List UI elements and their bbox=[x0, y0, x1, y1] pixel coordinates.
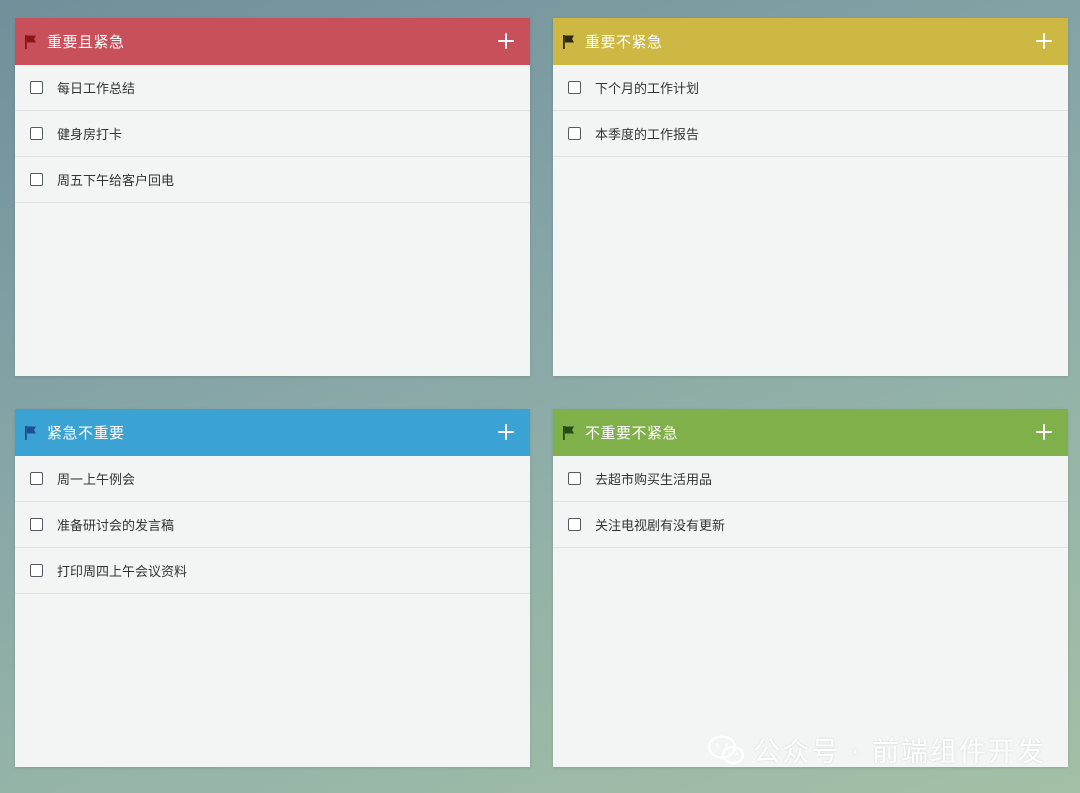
task-label: 去超市购买生活用品 bbox=[595, 473, 713, 488]
list-item: 本季度的工作报告 bbox=[553, 111, 1068, 157]
list-item: 去超市购买生活用品 bbox=[553, 456, 1068, 502]
quadrant-urgent-not-important: 紧急不重要 周一上午例会 准备研讨会的发言稿 打印周四上午会议资料 bbox=[15, 409, 530, 767]
list-item: 健身房打卡 bbox=[15, 111, 530, 157]
list-item: 周五下午给客户回电 bbox=[15, 157, 530, 203]
task-label: 准备研讨会的发言稿 bbox=[57, 519, 175, 534]
quadrant-header: 紧急不重要 bbox=[15, 409, 530, 456]
plus-icon[interactable] bbox=[1034, 422, 1054, 442]
list-item: 每日工作总结 bbox=[15, 65, 530, 111]
task-checkbox[interactable] bbox=[30, 127, 43, 140]
task-checkbox[interactable] bbox=[30, 173, 43, 186]
quadrant-title: 紧急不重要 bbox=[47, 424, 125, 442]
task-checkbox[interactable] bbox=[568, 127, 581, 140]
plus-icon[interactable] bbox=[1034, 31, 1054, 51]
plus-icon[interactable] bbox=[496, 31, 516, 51]
list-item: 周一上午例会 bbox=[15, 456, 530, 502]
task-checkbox[interactable] bbox=[30, 81, 43, 94]
task-label: 本季度的工作报告 bbox=[595, 128, 700, 143]
task-list: 去超市购买生活用品 关注电视剧有没有更新 bbox=[553, 456, 1068, 548]
task-label: 健身房打卡 bbox=[57, 128, 123, 143]
task-checkbox[interactable] bbox=[30, 518, 43, 531]
flag-icon bbox=[25, 34, 36, 49]
task-checkbox[interactable] bbox=[568, 518, 581, 531]
quadrant-header: 重要且紧急 bbox=[15, 18, 530, 65]
plus-icon[interactable] bbox=[496, 422, 516, 442]
task-label: 下个月的工作计划 bbox=[595, 82, 700, 97]
task-checkbox[interactable] bbox=[30, 472, 43, 485]
task-label: 打印周四上午会议资料 bbox=[57, 565, 188, 580]
task-label: 周一上午例会 bbox=[57, 473, 136, 488]
watermark: 公众号 · 前端组件开发 bbox=[707, 730, 1046, 769]
flag-icon bbox=[25, 425, 36, 440]
task-checkbox[interactable] bbox=[568, 81, 581, 94]
quadrant-title: 重要不紧急 bbox=[585, 33, 663, 51]
quadrant-important-not-urgent: 重要不紧急 下个月的工作计划 本季度的工作报告 bbox=[553, 18, 1068, 376]
quadrant-not-important-not-urgent: 不重要不紧急 去超市购买生活用品 关注电视剧有没有更新 bbox=[553, 409, 1068, 767]
quadrant-important-urgent: 重要且紧急 每日工作总结 健身房打卡 周五下午给客户回电 bbox=[15, 18, 530, 376]
quadrant-title: 重要且紧急 bbox=[47, 33, 125, 51]
list-item: 关注电视剧有没有更新 bbox=[553, 502, 1068, 548]
list-item: 下个月的工作计划 bbox=[553, 65, 1068, 111]
task-label: 关注电视剧有没有更新 bbox=[595, 519, 726, 534]
task-checkbox[interactable] bbox=[568, 472, 581, 485]
quadrant-header: 重要不紧急 bbox=[553, 18, 1068, 65]
task-label: 周五下午给客户回电 bbox=[57, 174, 175, 189]
task-list: 每日工作总结 健身房打卡 周五下午给客户回电 bbox=[15, 65, 530, 203]
list-item: 打印周四上午会议资料 bbox=[15, 548, 530, 594]
wechat-icon bbox=[708, 734, 745, 764]
watermark-text: 公众号 · 前端组件开发 bbox=[753, 737, 1046, 768]
task-label: 每日工作总结 bbox=[57, 82, 136, 97]
task-checkbox[interactable] bbox=[30, 564, 43, 577]
list-item: 准备研讨会的发言稿 bbox=[15, 502, 530, 548]
flag-icon bbox=[563, 34, 574, 49]
task-list: 下个月的工作计划 本季度的工作报告 bbox=[553, 65, 1068, 157]
quadrant-title: 不重要不紧急 bbox=[585, 424, 679, 442]
flag-icon bbox=[563, 425, 574, 440]
quadrant-header: 不重要不紧急 bbox=[553, 409, 1068, 456]
task-list: 周一上午例会 准备研讨会的发言稿 打印周四上午会议资料 bbox=[15, 456, 530, 594]
